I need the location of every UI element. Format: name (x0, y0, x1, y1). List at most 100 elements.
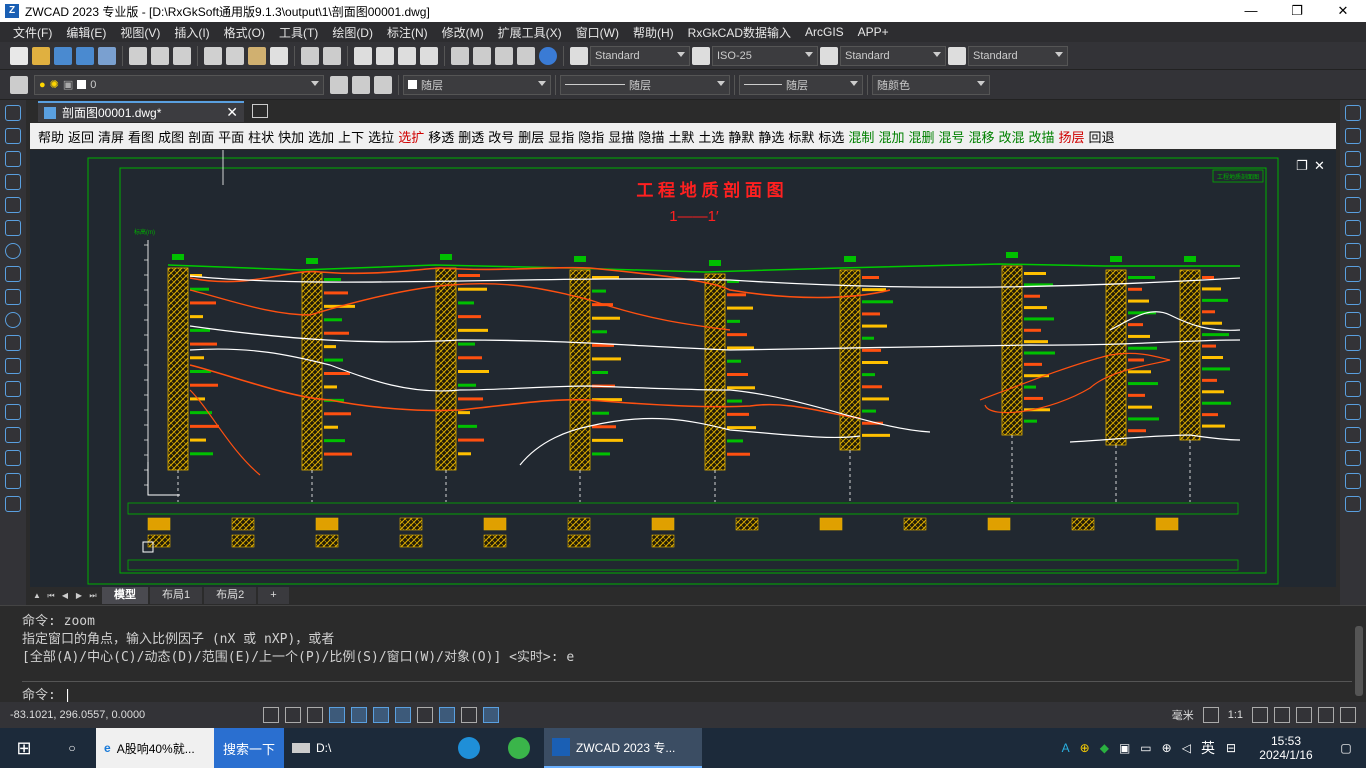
tab-layout2[interactable]: 布局2 (204, 587, 257, 604)
layer-manager-icon[interactable] (10, 75, 28, 94)
color-select[interactable]: 随层 (403, 74, 551, 95)
tab-drawing[interactable]: 剖面图00001.dwg* ✕ (38, 101, 244, 122)
battery-icon[interactable]: ▭ (1140, 741, 1151, 755)
object-snap-icon[interactable] (351, 707, 367, 723)
custom-command-button[interactable]: 移透 (428, 127, 454, 146)
custom-command-button[interactable]: 看图 (128, 127, 154, 146)
redo-icon[interactable] (323, 46, 341, 65)
custom-command-button[interactable]: 回退 (1089, 127, 1115, 146)
chamfer-icon[interactable] (1345, 404, 1361, 420)
text-style-select[interactable]: Standard (590, 45, 690, 66)
restore-button[interactable]: ❐ (1274, 0, 1320, 22)
explode-icon[interactable] (1345, 450, 1361, 466)
offset-icon[interactable] (1345, 174, 1361, 190)
edge-browser-icon[interactable] (444, 728, 494, 768)
custom-command-button[interactable]: 选拉 (368, 127, 394, 146)
custom-command-button[interactable]: 选扩 (398, 127, 424, 146)
menu-draw[interactable]: 绘图(D) (325, 24, 380, 41)
annotation-scale[interactable]: 1:1 (1228, 709, 1243, 721)
taskbar-explorer[interactable]: D:\ (284, 728, 444, 768)
shield-icon[interactable]: ◆ (1100, 741, 1109, 755)
clock[interactable]: 15:53 2024/1/16 (1246, 728, 1326, 768)
polygon-icon[interactable] (5, 174, 21, 190)
lineweight-display-icon[interactable] (417, 707, 433, 723)
custom-command-button[interactable]: 显指 (548, 127, 574, 146)
dynamic-ucs-icon[interactable] (395, 707, 411, 723)
annotation-visibility-icon[interactable] (1252, 707, 1268, 723)
zoom-window-icon[interactable] (398, 46, 416, 65)
print-icon[interactable] (129, 46, 147, 65)
layer-states-icon[interactable] (374, 75, 392, 94)
custom-command-button[interactable]: 平面 (218, 127, 244, 146)
clean-screen-icon[interactable] (1318, 707, 1334, 723)
custom-command-button[interactable]: 混加 (878, 127, 904, 146)
transparency-icon[interactable] (439, 707, 455, 723)
stretch-icon[interactable] (1345, 289, 1361, 305)
taskbar-edge-tab[interactable]: e A股响40%就... (96, 728, 214, 768)
ellipse-icon[interactable] (5, 312, 21, 328)
spline-icon[interactable] (5, 289, 21, 305)
prev-tab-icon[interactable]: ◀ (60, 591, 70, 601)
drawing-canvas[interactable]: 工程地质剖面图 工 程 地 质 剖 面 图 1——1′ 标高(m) (30, 150, 1336, 587)
construction-line-icon[interactable] (5, 128, 21, 144)
customization-icon[interactable] (1340, 707, 1356, 723)
custom-command-button[interactable]: 混删 (908, 127, 934, 146)
make-current-layer-icon[interactable] (330, 75, 348, 94)
open-file-icon[interactable] (32, 46, 50, 65)
break-icon[interactable] (1345, 358, 1361, 374)
notification-icon[interactable]: ▢ (1326, 728, 1366, 768)
grid-display-icon[interactable] (285, 707, 301, 723)
custom-command-button[interactable]: 改描 (1029, 127, 1055, 146)
menu-view[interactable]: 视图(V) (113, 24, 167, 41)
undo-icon[interactable] (301, 46, 319, 65)
zoom-previous-icon[interactable] (420, 46, 438, 65)
custom-command-button[interactable]: 改号 (488, 127, 514, 146)
copy-icon[interactable] (226, 46, 244, 65)
fillet-icon[interactable] (1345, 427, 1361, 443)
plotstyle-select[interactable]: 随颜色 (872, 74, 990, 95)
line-icon[interactable] (5, 105, 21, 121)
menu-window[interactable]: 窗口(W) (569, 24, 626, 41)
design-center-icon[interactable] (473, 46, 491, 65)
ellipse-arc-icon[interactable] (5, 335, 21, 351)
rotate-icon[interactable] (1345, 243, 1361, 259)
tab-close-icon[interactable]: ✕ (226, 104, 238, 121)
custom-command-button[interactable]: 土选 (698, 127, 724, 146)
polyline-icon[interactable] (5, 151, 21, 167)
table-icon[interactable] (5, 473, 21, 489)
custom-command-button[interactable]: 标默 (788, 127, 814, 146)
custom-command-button[interactable]: 上下 (338, 127, 364, 146)
erase-icon[interactable] (1345, 105, 1361, 121)
insert-block-icon[interactable] (5, 358, 21, 374)
grid-snap-icon[interactable] (263, 707, 279, 723)
volume-icon[interactable]: ◁ (1182, 741, 1191, 755)
custom-command-button[interactable]: 静选 (758, 127, 784, 146)
command-input[interactable]: 命令: | (22, 681, 1352, 703)
calculator-icon[interactable] (517, 46, 535, 65)
network-icon[interactable]: ⊕ (1162, 741, 1172, 755)
arc-icon[interactable] (5, 220, 21, 236)
mtext-icon[interactable] (5, 496, 21, 512)
draw-order-icon[interactable] (1345, 473, 1361, 489)
custom-command-button[interactable]: 标选 (818, 127, 844, 146)
linetype-select[interactable]: 随层 (560, 74, 730, 95)
custom-command-button[interactable]: 混制 (848, 127, 874, 146)
tab-model[interactable]: 模型 (102, 587, 148, 604)
add-layout-button[interactable]: + (258, 587, 289, 604)
start-button[interactable]: ⊞ (0, 728, 48, 768)
menu-modify[interactable]: 修改(M) (435, 24, 491, 41)
tab-scroll-up-icon[interactable]: ▲ (32, 591, 42, 601)
custom-command-button[interactable]: 成图 (158, 127, 184, 146)
group-icon[interactable] (1345, 496, 1361, 512)
annotation-scale-icon[interactable] (1202, 707, 1219, 723)
ime-mode-icon[interactable]: ⊟ (1226, 741, 1236, 755)
custom-command-button[interactable]: 静默 (728, 127, 754, 146)
taskbar-search-button[interactable]: 搜索一下 (214, 728, 284, 768)
menu-file[interactable]: 文件(F) (6, 24, 59, 41)
first-tab-icon[interactable]: ⏮ (46, 591, 56, 601)
properties-icon[interactable] (451, 46, 469, 65)
drawing-close-icon[interactable]: ✕ (1314, 158, 1325, 174)
360-browser-icon[interactable] (494, 728, 544, 768)
selection-cycling-icon[interactable] (461, 707, 477, 723)
custom-command-button[interactable]: 返回 (68, 127, 94, 146)
